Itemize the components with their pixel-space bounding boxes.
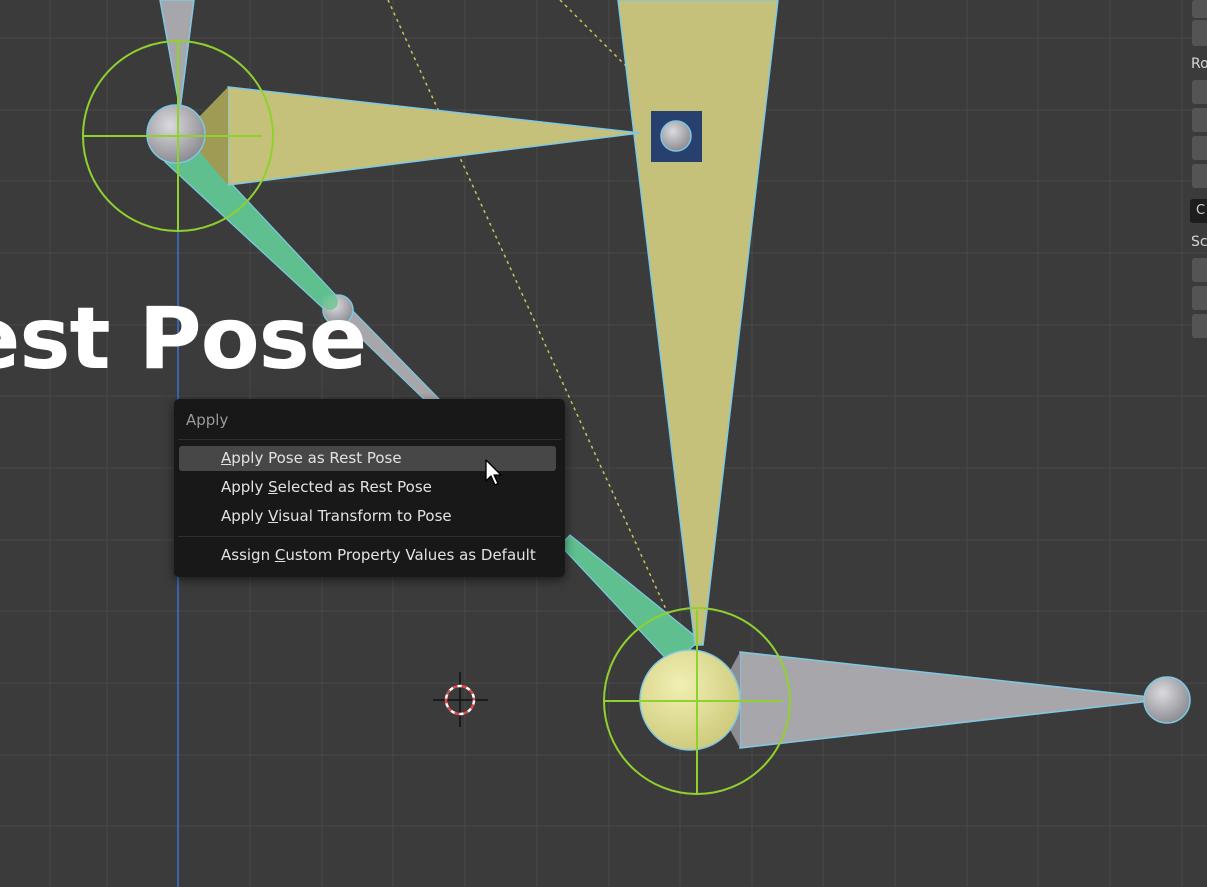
side-panel-field[interactable] [1192, 314, 1207, 338]
side-panel-field[interactable] [1192, 0, 1207, 18]
3d-cursor-icon[interactable] [433, 672, 488, 727]
menu-separator [178, 439, 561, 440]
menu-item-label: Assign Custom Property Values as Default [221, 546, 536, 564]
joint-widget-upper-left[interactable] [82, 40, 274, 232]
side-panel-field[interactable] [1192, 164, 1207, 188]
menu-item-label: Apply Selected as Rest Pose [221, 478, 432, 496]
side-panel-field[interactable] [1192, 136, 1207, 160]
bone-head-icon[interactable] [651, 111, 702, 162]
menu-item-apply-visual-transform[interactable]: Apply Visual Transform to Pose [179, 504, 556, 529]
menu-item-assign-custom-property-defaults[interactable]: Assign Custom Property Values as Default [179, 543, 556, 568]
properties-side-panel: Ro C Sc [1186, 0, 1207, 345]
side-panel-field[interactable] [1192, 20, 1207, 46]
side-panel-label-scale: Sc [1191, 234, 1207, 250]
side-panel-field[interactable] [1192, 258, 1207, 282]
menu-item-label: Apply Visual Transform to Pose [221, 507, 452, 525]
bone-horizontal-selected[interactable] [227, 86, 641, 186]
overlay-caption: est Pose [0, 289, 367, 389]
bone-vertical-selected[interactable] [617, 0, 779, 646]
menu-separator [178, 536, 561, 537]
side-panel-dropdown[interactable]: C [1190, 199, 1207, 223]
joint-end-right[interactable] [1143, 676, 1191, 724]
bone-connection-lower[interactable] [559, 534, 701, 666]
mouse-pointer-icon [485, 459, 502, 486]
menu-title: Apply [186, 411, 229, 429]
side-panel-label-rotation: Ro [1191, 56, 1207, 72]
side-panel-field[interactable] [1192, 286, 1207, 310]
bone-bottom-right[interactable] [739, 651, 1169, 749]
side-panel-field[interactable] [1192, 108, 1207, 132]
joint-widget-lower[interactable] [603, 607, 791, 795]
menu-item-label: Apply Pose as Rest Pose [221, 449, 402, 467]
side-panel-field[interactable] [1192, 80, 1207, 104]
apply-context-menu: Apply Apply Pose as Rest Pose Apply Sele… [174, 399, 565, 577]
